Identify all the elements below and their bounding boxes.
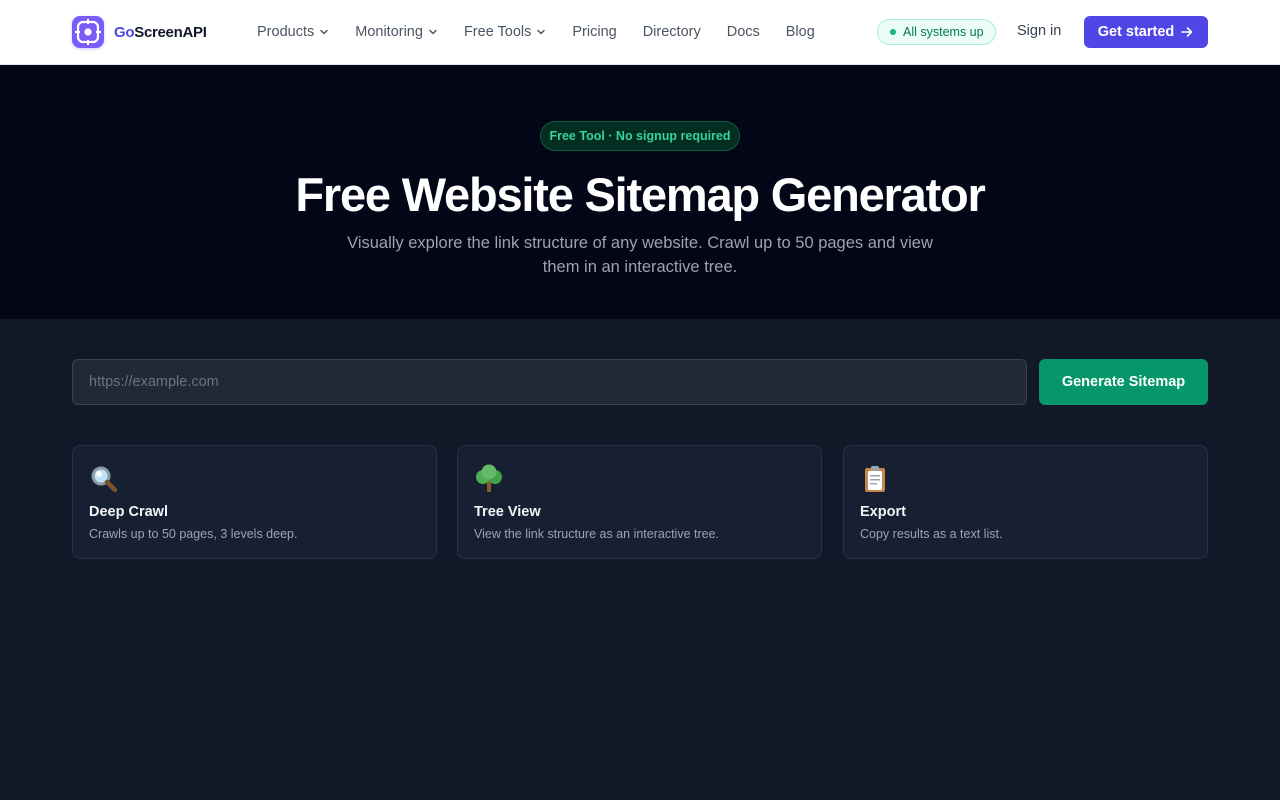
free-tool-badge: Free Tool · No signup required [540, 121, 740, 151]
brand-name: GoScreenAPI [114, 23, 207, 41]
nav-item-products[interactable]: Products [257, 24, 329, 40]
brand-logo[interactable]: GoScreenAPI [72, 16, 207, 48]
get-started-label: Get started [1097, 24, 1175, 40]
sign-in-link[interactable]: Sign in [1017, 23, 1061, 39]
nav-item-blog[interactable]: Blog [786, 24, 815, 40]
tree-icon [476, 464, 502, 492]
arrow-right-icon [1181, 27, 1193, 37]
feature-description: View the link structure as an interactiv… [474, 527, 720, 541]
feature-description: Crawls up to 50 pages, 3 levels deep. [89, 527, 298, 541]
status-text: All systems up [903, 25, 984, 39]
generate-sitemap-button[interactable]: Generate Sitemap [1039, 359, 1208, 405]
nav-item-docs[interactable]: Docs [727, 24, 760, 40]
nav-item-monitoring[interactable]: Monitoring [355, 24, 438, 40]
nav-item-directory[interactable]: Directory [643, 24, 701, 40]
feature-card-export: Export Copy results as a text list. [843, 445, 1208, 559]
clipboard-icon [865, 466, 885, 492]
feature-card-tree-view: Tree View View the link structure as an … [457, 445, 822, 559]
feature-description: Copy results as a text list. [860, 527, 1003, 541]
status-dot-icon [890, 29, 896, 35]
chevron-down-icon [320, 29, 328, 35]
main-nav: Products Monitoring Free Tools Pricing D… [257, 0, 841, 64]
feature-title: Tree View [474, 504, 541, 520]
feature-card-deep-crawl: Deep Crawl Crawls up to 50 pages, 3 leve… [72, 445, 437, 559]
site-header: GoScreenAPI Products Monitoring Free Too… [0, 0, 1280, 65]
nav-item-pricing[interactable]: Pricing [572, 24, 616, 40]
page-subtitle: Visually explore the link structure of a… [347, 234, 933, 276]
magnifier-icon [91, 466, 118, 493]
get-started-button[interactable]: Get started [1084, 16, 1208, 48]
page-title: Free Website Sitemap Generator [295, 168, 985, 221]
url-input[interactable] [72, 359, 1027, 405]
logo-icon [72, 16, 104, 48]
chevron-down-icon [429, 29, 437, 35]
system-status-badge[interactable]: All systems up [877, 19, 996, 45]
feature-title: Export [860, 504, 906, 520]
hero-section: Free Tool · No signup required Free Webs… [0, 65, 1280, 319]
feature-title: Deep Crawl [89, 504, 168, 520]
chevron-down-icon [537, 29, 546, 35]
nav-item-free-tools[interactable]: Free Tools [464, 24, 546, 40]
